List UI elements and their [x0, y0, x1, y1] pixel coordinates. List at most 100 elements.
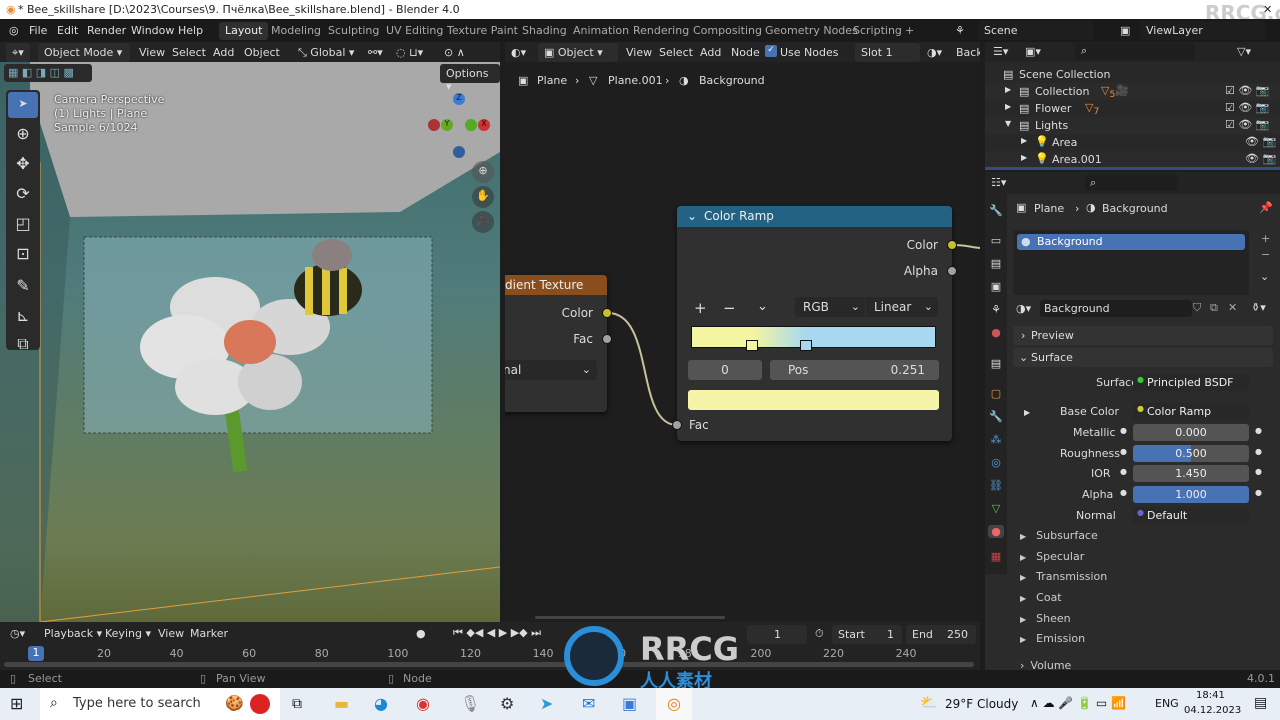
clock-date[interactable]: 04.12.2023 — [1184, 705, 1241, 716]
timeline-scrollbar[interactable] — [4, 662, 974, 667]
shader-node-editor[interactable]: ◐▾ ▣ Object ▾ View Select Add Node ✓ Use… — [505, 42, 980, 622]
fake-user-shield-icon[interactable]: ⛉ — [1193, 301, 1201, 315]
preview-panel-header[interactable]: › Preview — [1013, 326, 1273, 345]
add-stop-button[interactable]: + — [694, 299, 707, 317]
visibility-toggles[interactable]: ☑ 👁 📷 — [1225, 101, 1270, 114]
timeline-view-menu[interactable]: View — [158, 627, 184, 640]
marker-menu[interactable]: Marker — [190, 627, 228, 640]
keyframe-dot-icon[interactable]: ● — [1255, 447, 1262, 456]
viewport-menu-view[interactable]: View — [139, 46, 165, 59]
remove-stop-button[interactable]: − — [723, 299, 736, 317]
surface-panel-header[interactable]: ⌄ Surface — [1013, 348, 1273, 367]
visibility-toggles[interactable]: ☑ 👁 📷 — [1225, 118, 1270, 131]
subpanel-sheen[interactable]: ▶ Sheen — [1020, 612, 1071, 625]
tab-shading[interactable]: Shading — [516, 22, 573, 40]
tab-compositing[interactable]: Compositing — [687, 22, 768, 40]
view-layer-selector[interactable]: ViewLayer — [1140, 21, 1265, 40]
ramp-menu-chevron-icon[interactable]: ⌄ — [757, 299, 768, 314]
menu-render[interactable]: Render — [87, 24, 126, 37]
material-link-icon[interactable]: ⚱▾ — [1251, 301, 1266, 314]
select-box-tool-icon[interactable]: ➤ — [8, 92, 38, 118]
outliner-filter-icon[interactable]: ▣▾ — [1025, 45, 1041, 58]
object-tab-icon[interactable]: ▢ — [988, 387, 1004, 400]
subpanel-specular[interactable]: ▶ Specular — [1020, 550, 1084, 563]
notifications-icon[interactable]: ▤ — [1254, 695, 1267, 711]
viewport-menu-add[interactable]: Add — [213, 46, 234, 59]
scene-tab-icon[interactable]: ⚘ — [988, 303, 1004, 316]
expand-arrow-icon[interactable]: ▶ — [1021, 136, 1027, 145]
modifier-tab-icon[interactable]: 🔧 — [988, 410, 1004, 423]
keyframe-dot-icon[interactable]: ● — [1255, 467, 1262, 476]
navigation-gizmo[interactable]: Z Y X — [425, 90, 495, 160]
photos-icon[interactable]: ▣ — [622, 694, 637, 713]
stop-index-field[interactable]: 0 — [688, 360, 762, 380]
collection-tab-icon[interactable]: ▤ — [988, 357, 1004, 370]
menu-help[interactable]: Help — [178, 24, 203, 37]
frame-ruler[interactable]: 20406080100120140160180200220240 — [0, 646, 980, 660]
stop-color-swatch[interactable] — [688, 390, 939, 410]
move-tool-icon[interactable]: ✥ — [8, 154, 38, 173]
subpanel-emission[interactable]: ▶ Emission — [1020, 632, 1085, 645]
render-tab-icon[interactable]: ▭ — [988, 234, 1004, 247]
object-mode-dropdown[interactable]: Object Mode ▾ — [38, 43, 130, 62]
visibility-toggles[interactable]: 👁 📷 — [1245, 152, 1276, 165]
ramp-fac-socket[interactable] — [672, 420, 682, 430]
tab-layout[interactable]: Layout — [219, 22, 269, 40]
gradient-color-socket[interactable] — [602, 308, 612, 318]
duplicate-material-icon[interactable]: ⧉ — [1210, 301, 1218, 315]
chrome-icon[interactable]: ◉ — [416, 694, 430, 713]
tab-texture-paint[interactable]: Texture Paint — [441, 22, 524, 40]
outliner-item-area[interactable]: ▶ 💡 Area 👁 📷 — [985, 134, 1280, 151]
ramp-color-socket[interactable] — [947, 240, 957, 250]
tab-rendering[interactable]: Rendering — [627, 22, 695, 40]
normal-field[interactable]: ● Default — [1133, 507, 1249, 524]
tab-animation[interactable]: Animation — [567, 22, 635, 40]
viewport-menu-object[interactable]: Object — [244, 46, 280, 59]
options-dropdown[interactable]: Options ▾ — [440, 64, 500, 93]
current-frame-marker[interactable]: 1 — [28, 646, 44, 661]
menu-edit[interactable]: Edit — [57, 24, 78, 37]
tab-sculpting[interactable]: Sculpting — [322, 22, 385, 40]
properties-search-input[interactable]: ⌕ — [1085, 175, 1178, 191]
editor-type-icon[interactable]: ⌖▾ — [6, 43, 30, 62]
3d-viewport[interactable]: ▦ ◧ ◨ ◫ ▩ Options ▾ ➤ ⊕ ✥ ⟳ ◰ ⊡ ✎ ⊾ ⧉ Ca… — [0, 62, 500, 622]
tray-icons[interactable]: ∧ ☁ 🎤 🔋 ▭ 📶 — [1030, 696, 1126, 710]
tab-uv-editing[interactable]: UV Editing — [380, 22, 449, 40]
socket-dot-icon[interactable]: ● — [1120, 447, 1127, 456]
material-browse-icon[interactable]: ◑▾ — [1016, 302, 1031, 315]
clock-time[interactable]: 18:41 — [1196, 690, 1225, 701]
socket-dot-icon[interactable]: ● — [1120, 488, 1127, 497]
slot-menu-chevron-icon[interactable]: ⌄ — [1260, 270, 1269, 283]
rotate-tool-icon[interactable]: ⟳ — [8, 184, 38, 203]
outliner-item-lights[interactable]: ▼ ▤ Lights ☑ 👁 📷 — [985, 117, 1280, 134]
start-frame-field[interactable]: Start 1 — [832, 625, 902, 644]
transform-tool-icon[interactable]: ⊡ — [8, 244, 38, 263]
outliner-item-flower[interactable]: ▶ ▤ Flower ▽7 ☑ 👁 📷 — [985, 100, 1280, 117]
pan-hand-icon[interactable]: ✋ — [472, 186, 494, 208]
visibility-toggles[interactable]: ☑ 👁 📷 — [1225, 84, 1270, 97]
properties-editor-type-icon[interactable]: ☷▾ — [991, 176, 1006, 189]
blender-menu-icon[interactable]: ◎ — [9, 24, 19, 37]
expand-arrow-icon[interactable]: ▶ — [1021, 153, 1027, 162]
stop-position-field[interactable]: Pos 0.251 — [770, 360, 939, 380]
auto-keying-icon[interactable]: ● — [416, 627, 426, 640]
keyframe-dot-icon[interactable]: ● — [1255, 488, 1262, 497]
surface-shader-field[interactable]: ● Principled BSDF — [1133, 374, 1249, 391]
color-stop-0[interactable] — [746, 340, 759, 351]
color-mode-dropdown[interactable]: RGB ⌄ — [795, 297, 865, 317]
gizmo-z-axis[interactable]: Z — [453, 93, 465, 105]
telegram-icon[interactable]: ➤ — [540, 694, 553, 713]
timeline-editor-icon[interactable]: ◷▾ — [10, 627, 25, 640]
viewport-menu-select[interactable]: Select — [172, 46, 206, 59]
subpanel-transmission[interactable]: ▶ Transmission — [1020, 570, 1107, 583]
world-tab-icon[interactable]: ● — [988, 326, 1004, 339]
outliner-item-area-001[interactable]: ▶ 💡 Area.001 👁 📷 — [985, 151, 1280, 168]
material-slot-list[interactable]: ● Background — [1013, 230, 1249, 295]
color-ramp-node[interactable]: ⌄ Color Ramp Color Alpha + − ⌄ RGB ⌄ Line… — [672, 206, 957, 441]
metallic-slider[interactable]: 0.000 — [1133, 424, 1249, 441]
settings-gear-icon[interactable]: ⚙ — [500, 694, 514, 713]
expand-arrow-icon[interactable]: ▶ — [1024, 408, 1030, 417]
output-tab-icon[interactable]: ▤ — [988, 257, 1004, 270]
outliner-item-collection[interactable]: ▶ ▤ Collection ▽5🎥 ☑ 👁 📷 — [985, 83, 1280, 100]
socket-dot-icon[interactable]: ● — [1120, 426, 1127, 435]
